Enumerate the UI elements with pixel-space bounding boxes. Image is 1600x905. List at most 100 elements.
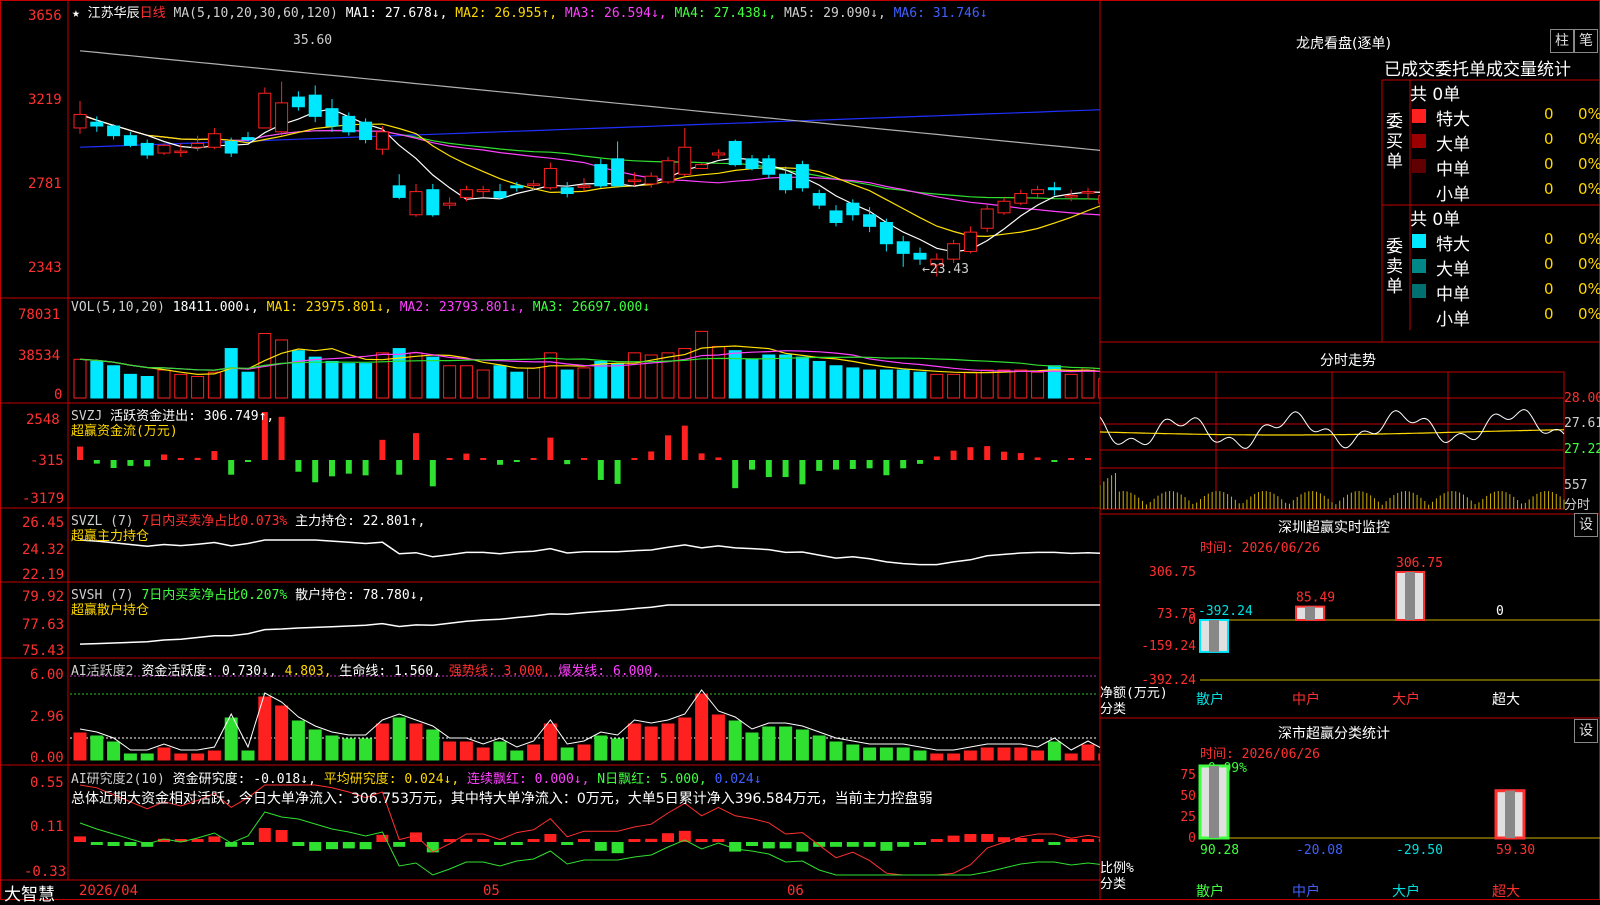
y-tick: 2781 <box>28 176 62 192</box>
research-bar <box>90 842 103 845</box>
monitor-y-tick: -392.24 <box>1141 673 1196 688</box>
classify-chart[interactable]: 7550250-0.09%90.28散户-20.08中户-29.50大户59.3… <box>1100 758 1600 900</box>
candle-body <box>375 131 389 150</box>
activity-bar <box>762 726 776 761</box>
monitor-chart[interactable]: 306.7573.750-159.24-392.24-392.24散户85.49… <box>1100 552 1600 718</box>
low-annotation: ←23.43 <box>922 262 969 277</box>
vol-header: VOL(5,10,20) 18411.000↓, MA1: 23975.801↓… <box>71 300 650 315</box>
intraday-title: 分时走势 <box>1320 353 1376 369</box>
research-bar <box>897 842 910 847</box>
research-bar <box>1048 842 1061 845</box>
volume-bar <box>493 365 507 399</box>
stock-name[interactable]: 江苏华辰 <box>88 6 140 21</box>
candle-body <box>241 137 255 141</box>
order-percent: 0% <box>1578 255 1600 273</box>
volume-bar <box>745 358 759 399</box>
activity-bar <box>207 750 221 761</box>
volume-bar <box>627 352 641 399</box>
classify-y-tick: 75 <box>1180 768 1196 783</box>
candle <box>560 181 574 198</box>
research-bar <box>258 828 271 842</box>
intraday-chart[interactable] <box>1100 370 1600 512</box>
research-bar <box>930 839 943 842</box>
order-volume: 0 <box>1544 280 1554 298</box>
activity-bar <box>510 750 524 761</box>
activity-bar <box>1014 747 1028 761</box>
research-bar <box>1031 839 1044 842</box>
activity-bar <box>560 747 574 761</box>
activity-bar <box>174 753 188 761</box>
flow-bar <box>883 460 890 476</box>
research-bar <box>561 842 574 845</box>
classify-value-label: 59.30 <box>1496 843 1535 858</box>
activity-bar <box>980 747 994 761</box>
candle <box>1031 185 1045 198</box>
brand-logo[interactable]: 大智慧 <box>4 880 55 905</box>
ma-params: MA(5,10,20,30,60,120) <box>173 6 338 21</box>
monitor-settings-button[interactable]: 设 <box>1574 513 1598 537</box>
volume-bar <box>1014 369 1028 399</box>
research-bar <box>242 842 254 845</box>
monitor-value-label: -392.24 <box>1198 604 1253 619</box>
order-percent: 0% <box>1578 155 1600 173</box>
flow-bar <box>631 458 638 460</box>
ai2-average: 平均研究度: 0.024↓, <box>323 772 460 787</box>
research-bar <box>477 839 490 842</box>
candle-body <box>73 113 87 129</box>
activity-bar <box>493 741 507 761</box>
star-icon[interactable]: ★ <box>72 6 80 21</box>
research-bar <box>74 836 86 842</box>
ma2-value: MA2: 26.955↑, <box>455 6 558 21</box>
activity-bar <box>426 729 440 761</box>
y-tick: -315 <box>30 453 64 469</box>
flow-bar <box>849 460 856 469</box>
candlestick-chart[interactable] <box>0 0 1100 900</box>
ai2-label: AI研究度2(10) <box>71 772 165 787</box>
y-tick: 0.11 <box>30 819 64 835</box>
research-bar <box>762 842 775 849</box>
flow-bar <box>933 456 940 460</box>
activity-bar <box>627 723 641 761</box>
research-bar <box>779 842 792 849</box>
monitor-bar-shade <box>1405 572 1415 620</box>
candle <box>611 141 625 188</box>
activity-bar <box>224 717 238 761</box>
candle-body <box>896 241 910 254</box>
flow-bar <box>564 460 571 465</box>
classify-settings-button[interactable]: 设 <box>1574 719 1598 743</box>
flow-bar <box>245 460 251 462</box>
activity-bar <box>409 723 423 761</box>
volume-bar <box>174 373 188 399</box>
flow-bar <box>295 460 302 472</box>
candle <box>342 112 356 136</box>
volume-bar <box>207 371 221 399</box>
volume-bar <box>1081 367 1095 399</box>
flow-bar <box>513 460 520 462</box>
candle <box>695 162 709 169</box>
candle-body <box>627 179 641 183</box>
research-bar <box>863 842 876 847</box>
svsh-subtitle: 超赢散户持仓 <box>71 603 150 618</box>
volume-bar <box>107 365 121 399</box>
classify-bar-shade <box>1209 766 1219 838</box>
period-label[interactable]: 日线 <box>140 6 166 21</box>
candle-body <box>1014 193 1028 204</box>
volume-bar <box>291 350 305 399</box>
activity-bar <box>779 726 793 761</box>
volume-bar <box>896 369 910 399</box>
volume-bar <box>476 369 490 399</box>
candle-body <box>140 142 154 156</box>
research-bar <box>460 838 473 842</box>
flow-bar <box>530 458 537 460</box>
research-bar <box>1065 839 1078 842</box>
candle <box>829 205 843 227</box>
classify-y-tick: 25 <box>1180 810 1196 825</box>
activity-bar <box>359 738 373 761</box>
y-tick: 2343 <box>28 260 62 276</box>
volume-bar <box>1064 373 1078 399</box>
y-tick: 38534 <box>18 348 61 364</box>
candle-body <box>258 92 272 129</box>
main-holding-line <box>79 539 1100 566</box>
candle <box>140 139 154 159</box>
activity-bar <box>1031 750 1045 761</box>
